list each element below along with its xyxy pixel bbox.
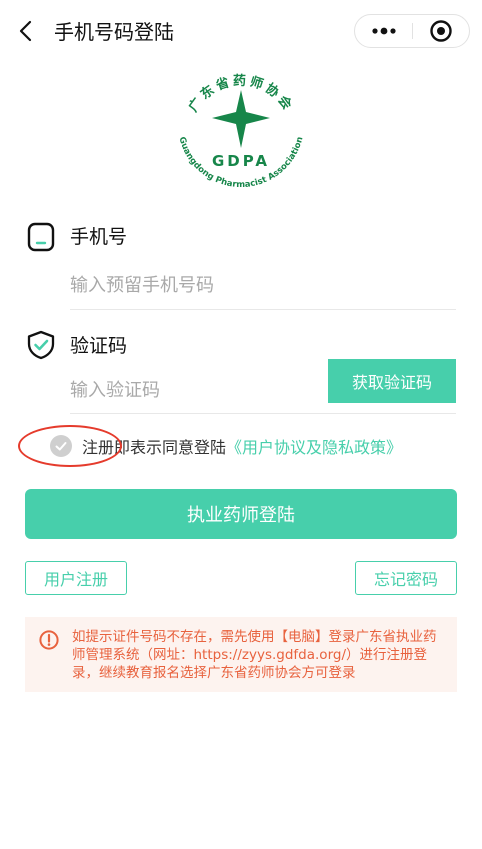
annotation-circle	[18, 425, 122, 467]
chevron-left-icon[interactable]	[14, 18, 40, 44]
agreement-link[interactable]: 《用户协议及隐私政策》	[226, 434, 402, 458]
navigation-bar: 手机号码登陆	[0, 0, 482, 64]
code-label: 验证码	[70, 335, 128, 357]
phone-icon	[26, 222, 56, 252]
star-emblem-icon	[212, 90, 270, 148]
code-input[interactable]	[70, 376, 320, 404]
page-title: 手机号码登陆	[54, 20, 174, 44]
phone-label: 手机号	[70, 226, 128, 248]
mini-program-capsule	[354, 14, 470, 48]
shield-check-icon	[26, 330, 56, 360]
notice-box: 如提示证件号码不存在，需先使用【电脑】登录广东省执业药师管理系统（网址：http…	[25, 617, 457, 692]
forgot-password-button[interactable]: 忘记密码	[355, 561, 457, 595]
get-code-button[interactable]: 获取验证码	[328, 359, 456, 403]
phone-input[interactable]	[70, 271, 450, 299]
target-circle-icon[interactable]	[413, 15, 469, 47]
phone-divider	[70, 309, 456, 310]
login-button[interactable]: 执业药师登陆	[25, 489, 457, 539]
logo-acronym: GDPA	[212, 152, 270, 170]
exclamation-circle-icon	[39, 630, 59, 650]
gdpa-logo: 广东省药师协会 Guangdong Pharmacist Association…	[166, 64, 316, 192]
more-dots-icon[interactable]	[355, 15, 412, 47]
notice-text: 如提示证件号码不存在，需先使用【电脑】登录广东省执业药师管理系统（网址：http…	[72, 629, 437, 681]
register-button[interactable]: 用户注册	[25, 561, 127, 595]
code-divider	[70, 413, 456, 414]
